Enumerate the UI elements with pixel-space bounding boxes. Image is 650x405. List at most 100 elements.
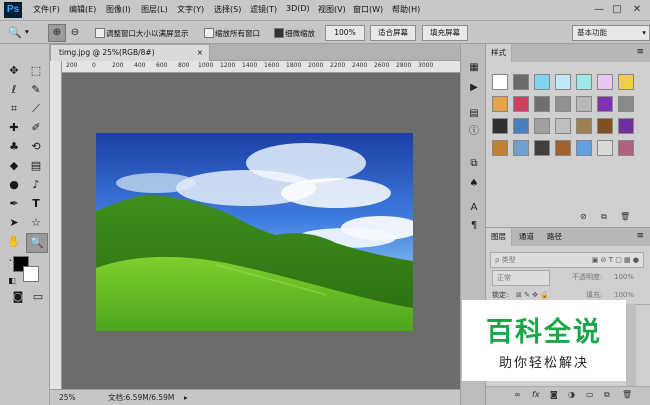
style-swatch[interactable] — [513, 74, 529, 90]
hand-tool-icon[interactable]: ✋ — [4, 233, 24, 251]
tab-layers[interactable]: 图层 — [486, 228, 512, 246]
style-swatch[interactable] — [492, 118, 508, 134]
menu-view[interactable]: 视图(V) — [318, 4, 346, 15]
brush-panel-icon[interactable]: ♠ — [466, 176, 482, 192]
style-swatch[interactable] — [597, 96, 613, 112]
tab-paths[interactable]: 路径 — [542, 228, 567, 246]
style-swatch[interactable] — [492, 74, 508, 90]
clone-source-panel-icon[interactable]: ⧉ — [466, 156, 482, 172]
style-swatch[interactable] — [576, 96, 592, 112]
menu-type[interactable]: 文字(Y) — [177, 4, 204, 15]
eraser-tool-icon[interactable]: ◆ — [4, 157, 24, 175]
style-swatch[interactable] — [534, 140, 550, 156]
style-swatch[interactable] — [555, 118, 571, 134]
new-style-icon[interactable]: ⧉ — [601, 212, 607, 222]
lasso-tool-icon[interactable]: ℓ — [4, 81, 24, 99]
style-swatch[interactable] — [534, 118, 550, 134]
properties-panel-icon[interactable] — [466, 130, 482, 146]
style-swatch[interactable] — [597, 140, 613, 156]
quick-mask-icon[interactable]: ◙ — [8, 288, 28, 306]
crop-tool-icon[interactable]: ⌗ — [4, 100, 24, 118]
close-icon[interactable]: ✕ — [628, 2, 646, 18]
menu-file[interactable]: 文件(F) — [33, 4, 60, 15]
style-swatch[interactable] — [618, 140, 634, 156]
style-swatch[interactable] — [576, 140, 592, 156]
zoom-all-checkbox[interactable] — [204, 28, 214, 38]
gradient-tool-icon[interactable]: ▤ — [26, 157, 46, 175]
style-swatch[interactable] — [534, 96, 550, 112]
menu-filter[interactable]: 滤镜(T) — [250, 4, 277, 15]
style-swatch[interactable] — [513, 118, 529, 134]
path-select-tool-icon[interactable]: ➤ — [4, 214, 24, 232]
style-swatch[interactable] — [555, 74, 571, 90]
actions-panel-icon[interactable]: ▶ — [466, 80, 482, 96]
adjustments-panel-icon[interactable]: ▤ — [466, 106, 482, 122]
quick-select-tool-icon[interactable]: ✎ — [26, 81, 46, 99]
healing-brush-tool-icon[interactable]: ✚ — [4, 119, 24, 137]
zoom-in-icon[interactable]: ⊕ — [48, 24, 66, 42]
new-group-icon[interactable]: ▭ — [586, 390, 594, 399]
new-layer-icon[interactable]: ⧉ — [604, 390, 610, 400]
menu-select[interactable]: 选择(S) — [214, 4, 241, 15]
brush-tool-icon[interactable]: ✐ — [26, 119, 46, 137]
menu-help[interactable]: 帮助(H) — [392, 4, 420, 15]
blend-mode-select[interactable]: 正常 — [492, 270, 550, 286]
chevron-down-icon[interactable]: ▾ — [25, 27, 29, 36]
clone-stamp-tool-icon[interactable]: ♣ — [4, 138, 24, 156]
style-swatch[interactable] — [576, 74, 592, 90]
no-style-icon[interactable]: ⊘ — [580, 212, 587, 221]
menu-window[interactable]: 窗口(W) — [353, 4, 383, 15]
style-swatch[interactable] — [555, 96, 571, 112]
tab-channels[interactable]: 通道 — [514, 228, 539, 246]
scrubby-zoom-checkbox[interactable] — [274, 28, 284, 38]
minimize-icon[interactable]: — — [590, 2, 608, 18]
fill-screen-button[interactable]: 填充屏幕 — [422, 25, 468, 41]
maximize-icon[interactable]: □ — [608, 2, 626, 18]
style-swatch[interactable] — [597, 74, 613, 90]
background-color-swatch[interactable] — [23, 266, 39, 282]
pen-tool-icon[interactable]: ✒ — [4, 195, 24, 213]
style-swatch[interactable] — [492, 140, 508, 156]
scrollbar[interactable] — [626, 304, 636, 386]
style-swatch[interactable] — [618, 118, 634, 134]
move-tool-icon[interactable]: ✥ — [4, 62, 24, 80]
menu-image[interactable]: 图像(I) — [106, 4, 131, 15]
history-brush-tool-icon[interactable]: ⟲ — [26, 138, 46, 156]
style-swatch[interactable] — [492, 96, 508, 112]
opacity-value[interactable]: 100% — [614, 270, 634, 284]
character-panel-icon[interactable]: A — [466, 200, 482, 216]
filter-icons[interactable]: ▣ ⊘ T ▢ ▦ ● — [592, 253, 639, 267]
fx-icon[interactable]: fx — [532, 390, 540, 399]
document-tab[interactable]: timg.jpg @ 25%(RGB/8#) × — [50, 44, 210, 61]
delete-icon[interactable]: 🗑 — [620, 212, 630, 221]
menu-3d[interactable]: 3D(D) — [286, 4, 310, 13]
style-swatch[interactable] — [618, 96, 634, 112]
style-swatch[interactable] — [618, 74, 634, 90]
close-icon[interactable]: × — [197, 45, 203, 61]
adjustment-layer-icon[interactable]: ◑ — [568, 390, 575, 399]
fit-screen-button[interactable]: 适合屏幕 — [370, 25, 416, 41]
history-panel-icon[interactable]: ▦ — [466, 60, 482, 76]
style-swatch[interactable] — [513, 96, 529, 112]
status-zoom[interactable]: 25% — [59, 390, 76, 405]
menu-layer[interactable]: 图层(L) — [141, 4, 168, 15]
dodge-tool-icon[interactable]: ♪ — [26, 176, 46, 194]
eyedropper-tool-icon[interactable]: ⟋ — [26, 100, 46, 118]
type-tool-icon[interactable]: T — [26, 195, 46, 213]
layer-mask-icon[interactable]: ◙ — [550, 390, 558, 399]
marquee-tool-icon[interactable]: ⬚ — [26, 62, 46, 80]
link-layers-icon[interactable]: ∞ — [514, 390, 521, 399]
style-swatch[interactable] — [534, 74, 550, 90]
delete-icon[interactable]: 🗑 — [622, 390, 632, 399]
style-swatch[interactable] — [555, 140, 571, 156]
style-swatch[interactable] — [597, 118, 613, 134]
layer-filter[interactable]: ρ 类型 ▣ ⊘ T ▢ ▦ ● — [490, 252, 644, 268]
style-swatch[interactable] — [513, 140, 529, 156]
resize-window-checkbox[interactable] — [95, 28, 105, 38]
chevron-right-icon[interactable]: ▸ — [184, 390, 188, 405]
paragraph-panel-icon[interactable]: ¶ — [466, 218, 482, 234]
blur-tool-icon[interactable]: ● — [4, 176, 24, 194]
screen-mode-icon[interactable]: ▭ — [28, 288, 48, 306]
zoom-tool-preset-icon[interactable]: 🔍 — [6, 24, 24, 42]
panel-menu-icon[interactable]: ≡ — [636, 231, 644, 241]
